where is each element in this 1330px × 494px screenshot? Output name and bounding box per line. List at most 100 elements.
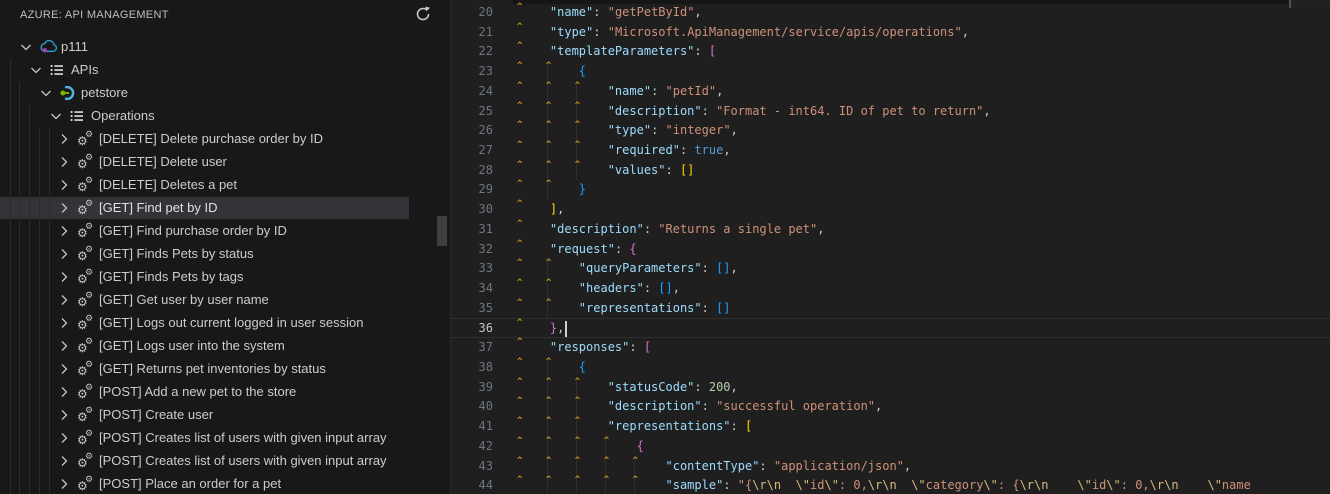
chevron-right-icon[interactable] (56, 223, 72, 239)
line-number: 25 (478, 103, 493, 118)
code-line[interactable]: 29 ^ ^ } (451, 179, 1330, 201)
tree-item-label: [GET] Finds Pets by tags (99, 269, 244, 284)
tree-item[interactable]: ⚙ ⚙ [GET] Logs out current logged in user … (0, 312, 450, 334)
line-number: 40 (478, 399, 493, 414)
code-line[interactable]: 20 ^ "name": "getPetById", (451, 2, 1330, 23)
chevron-right-icon[interactable] (56, 476, 72, 492)
chevron-down-icon[interactable] (18, 39, 34, 55)
gears-icon: ⚙ ⚙ (77, 245, 94, 263)
tree-item-label: [POST] Place an order for a pet (99, 476, 282, 491)
chevron-right-icon[interactable] (56, 177, 72, 193)
line-number: 44 (478, 478, 493, 493)
chevron-right-icon[interactable] (56, 453, 72, 469)
tree-item[interactable]: ⚙ ⚙ [DELETE] Delete purchase order by ID (0, 128, 450, 150)
vscode-window: AZURE: API MANAGEMENT p111 APIs petstore Op… (0, 0, 1330, 494)
code-line[interactable]: 36 ^ }, (451, 318, 1330, 339)
tree-item-label: [GET] Get user by user name (99, 292, 269, 307)
text-cursor (565, 320, 567, 337)
line-number: 24 (478, 83, 493, 98)
code-line[interactable]: 39 ^ ^ ^ "statusCode": 200, (451, 377, 1330, 398)
tree-item[interactable]: ⚙ ⚙ [GET] Returns pet inventories by statu… (0, 358, 450, 380)
gears-icon: ⚙ ⚙ (77, 176, 94, 194)
chevron-right-icon[interactable] (56, 338, 72, 354)
tree-item[interactable]: ⚙ ⚙ [POST] Creates list of users with give… (0, 450, 450, 472)
tree-item-selected[interactable]: ⚙ ⚙ [GET] Find pet by ID (0, 197, 409, 219)
chevron-right-icon[interactable] (56, 407, 72, 423)
code-line[interactable]: 44 ^ ^ ^ ^ ^ "sample": "{\r\n \"id\": 0,\r\n … (451, 475, 1330, 494)
code-line[interactable]: 43 ^ ^ ^ ^ ^ "contentType": "application/json… (451, 456, 1330, 477)
tree-item[interactable]: ⚙ ⚙ [GET] Finds Pets by status (0, 243, 450, 265)
tree-item[interactable]: ⚙ ⚙ [DELETE] Delete user (0, 151, 450, 173)
tree-item[interactable]: ⚙ ⚙ [POST] Create user (0, 404, 450, 426)
code-line[interactable]: 40 ^ ^ ^ "description": "successful operati… (451, 396, 1330, 418)
code-line[interactable]: 31 ^ "description": "Returns a single pet… (451, 219, 1330, 240)
tree-item-label: [GET] Returns pet inventories by status (99, 361, 326, 376)
code-line[interactable]: 42 ^ ^ ^ ^ { (451, 436, 1330, 457)
chevron-right-icon[interactable] (56, 315, 72, 331)
tree-item-label: petstore (81, 85, 128, 100)
code-line[interactable]: 25 ^ ^ ^ "description": "Format - int64. ID… (451, 101, 1330, 122)
line-number: 21 (478, 24, 493, 39)
chevron-right-icon[interactable] (56, 361, 72, 377)
tree-item[interactable]: ⚙ ⚙ [POST] Creates list of users with give… (0, 427, 450, 449)
tree-indent-guide (39, 128, 40, 494)
gears-icon: ⚙ ⚙ (77, 406, 94, 424)
line-number: 32 (478, 241, 493, 256)
list-icon (49, 62, 69, 78)
tree-item[interactable]: Operations (0, 105, 450, 127)
tree-item-label: [DELETE] Deletes a pet (99, 177, 238, 192)
line-number: 23 (478, 64, 493, 79)
chevron-right-icon[interactable] (56, 154, 72, 170)
chevron-down-icon[interactable] (38, 85, 54, 101)
line-number: 31 (478, 221, 493, 236)
code-line[interactable]: 32 ^ "request": { (451, 239, 1330, 260)
code-line[interactable]: 35 ^ ^ "representations": [] (451, 298, 1330, 319)
tree-item-label: Operations (91, 108, 155, 123)
tree-indent-guide (9, 59, 11, 494)
tree-item-label: [POST] Add a new pet to the store (99, 384, 297, 399)
tree-item[interactable]: ⚙ ⚙ [GET] Finds Pets by tags (0, 266, 450, 288)
tree-item[interactable]: ⚙ ⚙ [POST] Add a new pet to the store (0, 381, 450, 403)
chevron-down-icon[interactable] (28, 62, 44, 78)
code-line[interactable]: 33 ^ ^ "queryParameters": [], (451, 258, 1330, 280)
gears-icon: ⚙ ⚙ (77, 222, 94, 240)
tree-item[interactable]: p111 (0, 36, 450, 58)
line-number: 33 (478, 261, 493, 276)
code-line[interactable]: 30 ^ ], (451, 199, 1330, 220)
gears-icon: ⚙ ⚙ (77, 383, 94, 401)
tree-item[interactable]: ⚙ ⚙ [POST] Place an order for a pet (0, 473, 450, 494)
chevron-right-icon[interactable] (56, 246, 72, 262)
code-line[interactable]: 41 ^ ^ ^ "representations": [ (451, 416, 1330, 437)
chevron-right-icon[interactable] (56, 384, 72, 400)
tree-item[interactable]: APIs (0, 59, 450, 81)
sidebar-scrollbar[interactable] (437, 216, 447, 246)
code-line[interactable]: 24 ^ ^ ^ "name": "petId", (451, 81, 1330, 102)
gears-icon: ⚙ ⚙ (77, 337, 94, 355)
tree-item[interactable]: ⚙ ⚙ [GET] Get user by user name (0, 289, 450, 311)
chevron-right-icon[interactable] (56, 131, 72, 147)
chevron-right-icon[interactable] (56, 269, 72, 285)
chevron-right-icon[interactable] (56, 292, 72, 308)
tree-item[interactable]: petstore (0, 82, 450, 104)
chevron-down-icon[interactable] (48, 108, 64, 124)
line-number: 38 (478, 359, 493, 374)
code-line[interactable]: 21 ^ "type": "Microsoft.ApiManagement/ser… (451, 22, 1330, 43)
tree-item-label: [DELETE] Delete purchase order by ID (99, 131, 323, 146)
code-line[interactable]: 34 ^ ^ "headers": [], (451, 278, 1330, 299)
code-line[interactable]: 28 ^ ^ ^ "values": [] (451, 160, 1330, 181)
chevron-right-icon[interactable] (56, 200, 72, 216)
tree-item-label: [POST] Creates list of users with given … (99, 430, 387, 445)
code-line[interactable]: 37 ^ "responses": [ (451, 337, 1330, 358)
gears-icon: ⚙ ⚙ (77, 360, 94, 378)
tree-item[interactable]: ⚙ ⚙ [DELETE] Deletes a pet (0, 174, 450, 196)
tree-item[interactable]: ⚙ ⚙ [GET] Logs user into the system (0, 335, 450, 357)
code-line[interactable]: 22 ^ "templateParameters": [ (451, 41, 1330, 62)
line-number: 26 (478, 123, 493, 138)
tree-item[interactable]: ⚙ ⚙ [GET] Find purchase order by ID (0, 220, 450, 242)
chevron-right-icon[interactable] (56, 430, 72, 446)
line-number: 30 (478, 202, 493, 217)
code-line[interactable]: 27 ^ ^ ^ "required": true, (451, 140, 1330, 161)
code-line[interactable]: 26 ^ ^ ^ "type": "integer", (451, 120, 1330, 141)
code-line[interactable]: 23 ^ ^ { (451, 61, 1330, 82)
code-line[interactable]: 38 ^ ^ { (451, 357, 1330, 378)
